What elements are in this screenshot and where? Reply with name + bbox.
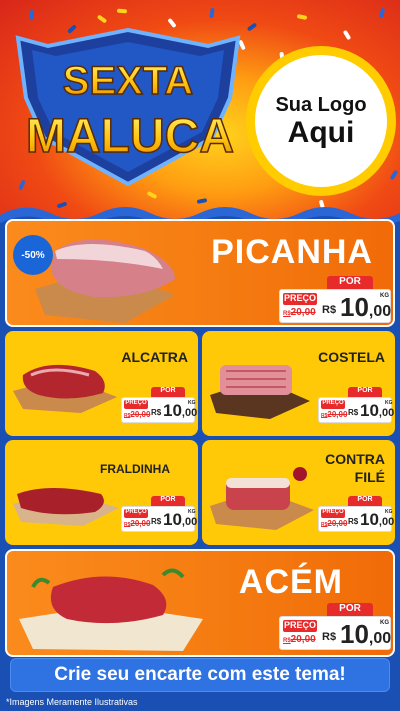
currency: R$ [322, 304, 337, 316]
unit-label: KG [188, 400, 196, 406]
disclaimer-footnote: *Imagens Meramente Ilustrativas [6, 697, 138, 707]
product-card-picanha[interactable]: -50% PICANHA POR PREÇO R$20,00 R$ 10,00 … [5, 219, 395, 327]
unit-label: KG [188, 509, 196, 515]
product-card-fraldinha[interactable]: FRALDINHA POR PREÇO R$20,00 R$ 10,00 KG [5, 440, 198, 545]
por-label: POR [151, 496, 185, 506]
logo-placeholder[interactable]: Sua Logo Aqui [246, 46, 396, 196]
currency: R$ [151, 517, 162, 526]
confetti-piece [209, 7, 215, 19]
product-card-contra-file[interactable]: CONTRA FILÉ POR PREÇO R$20,00 R$ 10,00 K… [202, 440, 395, 545]
por-label: POR [151, 387, 185, 397]
currency: R$ [348, 408, 359, 417]
confetti-piece [389, 169, 399, 181]
confetti-piece [96, 14, 108, 24]
confetti-piece [378, 7, 386, 19]
price-tag: POR PREÇO R$20,00 R$ 10,00 KG [279, 276, 391, 325]
preco-label: PREÇO [321, 509, 345, 518]
currency: R$ [348, 517, 359, 526]
create-flyer-banner[interactable]: Crie seu encarte com este tema! [10, 658, 390, 692]
product-name: ALCATRA [121, 349, 188, 365]
product-name: PICANHA [211, 233, 373, 271]
unit-label: KG [385, 400, 393, 406]
por-label: POR [327, 276, 373, 289]
unit-label: KG [380, 293, 389, 299]
title-line2: MALUCA [26, 110, 234, 163]
por-label: POR [327, 603, 373, 616]
product-card-costela[interactable]: COSTELA POR PREÇO R$20,00 R$ 10,00 KG [202, 331, 395, 436]
old-price: R$20,00 [124, 519, 151, 528]
price-box: PREÇO R$20,00 R$ 10,00 KG [279, 616, 391, 650]
product-name: COSTELA [318, 349, 385, 365]
old-price: R$20,00 [283, 634, 316, 645]
product-name-line2: FILÉ [354, 469, 385, 485]
title-line1: SEXTA [63, 59, 193, 103]
logo-text-line1: Sua Logo [275, 93, 367, 116]
logo-text-line2: Aqui [287, 115, 355, 149]
price-box: PREÇO R$20,00 R$ 10,00 KG [318, 397, 394, 423]
currency: R$ [322, 631, 337, 643]
confetti-piece [246, 22, 258, 32]
price-box: PREÇO R$20,00 R$ 10,00 KG [279, 289, 391, 323]
unit-label: KG [380, 620, 389, 626]
preco-label: PREÇO [283, 620, 317, 632]
price-tag: POR PREÇO R$20,00 R$ 10,00 KG [318, 387, 394, 427]
discount-badge: -50% [13, 235, 53, 275]
preco-label: PREÇO [124, 400, 148, 409]
por-label: POR [348, 496, 382, 506]
product-name: FRALDINHA [100, 462, 170, 476]
confetti-piece [296, 14, 308, 20]
price-box: PREÇO R$20,00 R$ 10,00 KG [121, 506, 197, 532]
product-card-alcatra[interactable]: ALCATRA POR PREÇO R$20,00 R$ 10,00 KG [5, 331, 198, 436]
product-card-acem[interactable]: ACÉM POR PREÇO R$20,00 R$ 10,00 KG [5, 549, 395, 657]
old-price: R$20,00 [321, 519, 348, 528]
alcatra-image [13, 364, 117, 413]
price-box: PREÇO R$20,00 R$ 10,00 KG [121, 397, 197, 423]
sexta-maluca-shield-logo: SEXTA MALUCA [15, 28, 241, 186]
contra-file-image [210, 467, 314, 530]
price-box: PREÇO R$20,00 R$ 10,00 KG [318, 506, 394, 532]
price-tag: POR PREÇO R$20,00 R$ 10,00 KG [318, 496, 394, 536]
product-name: ACÉM [238, 563, 343, 601]
hero-header: SEXTA MALUCA Sua Logo Aqui [0, 0, 400, 225]
confetti-piece [30, 10, 34, 20]
costela-image [210, 365, 310, 419]
confetti-piece [342, 29, 352, 41]
product-name-line1: CONTRA [325, 451, 385, 467]
price-tag: POR PREÇO R$20,00 R$ 10,00 KG [279, 603, 391, 655]
price-tag: POR PREÇO R$20,00 R$ 10,00 KG [121, 496, 197, 536]
currency: R$ [151, 408, 162, 417]
por-label: POR [348, 387, 382, 397]
confetti-piece [116, 8, 128, 14]
preco-label: PREÇO [283, 293, 317, 305]
preco-label: PREÇO [124, 509, 148, 518]
old-price: R$20,00 [321, 410, 348, 419]
unit-label: KG [385, 509, 393, 515]
price-tag: POR PREÇO R$20,00 R$ 10,00 KG [121, 387, 197, 427]
old-price: R$20,00 [124, 410, 151, 419]
old-price: R$20,00 [283, 307, 316, 318]
product-grid: -50% PICANHA POR PREÇO R$20,00 R$ 10,00 … [0, 215, 400, 665]
product-name: CONTRA FILÉ [325, 450, 385, 486]
preco-label: PREÇO [321, 400, 345, 409]
acem-image [19, 568, 203, 651]
confetti-piece [167, 17, 177, 29]
